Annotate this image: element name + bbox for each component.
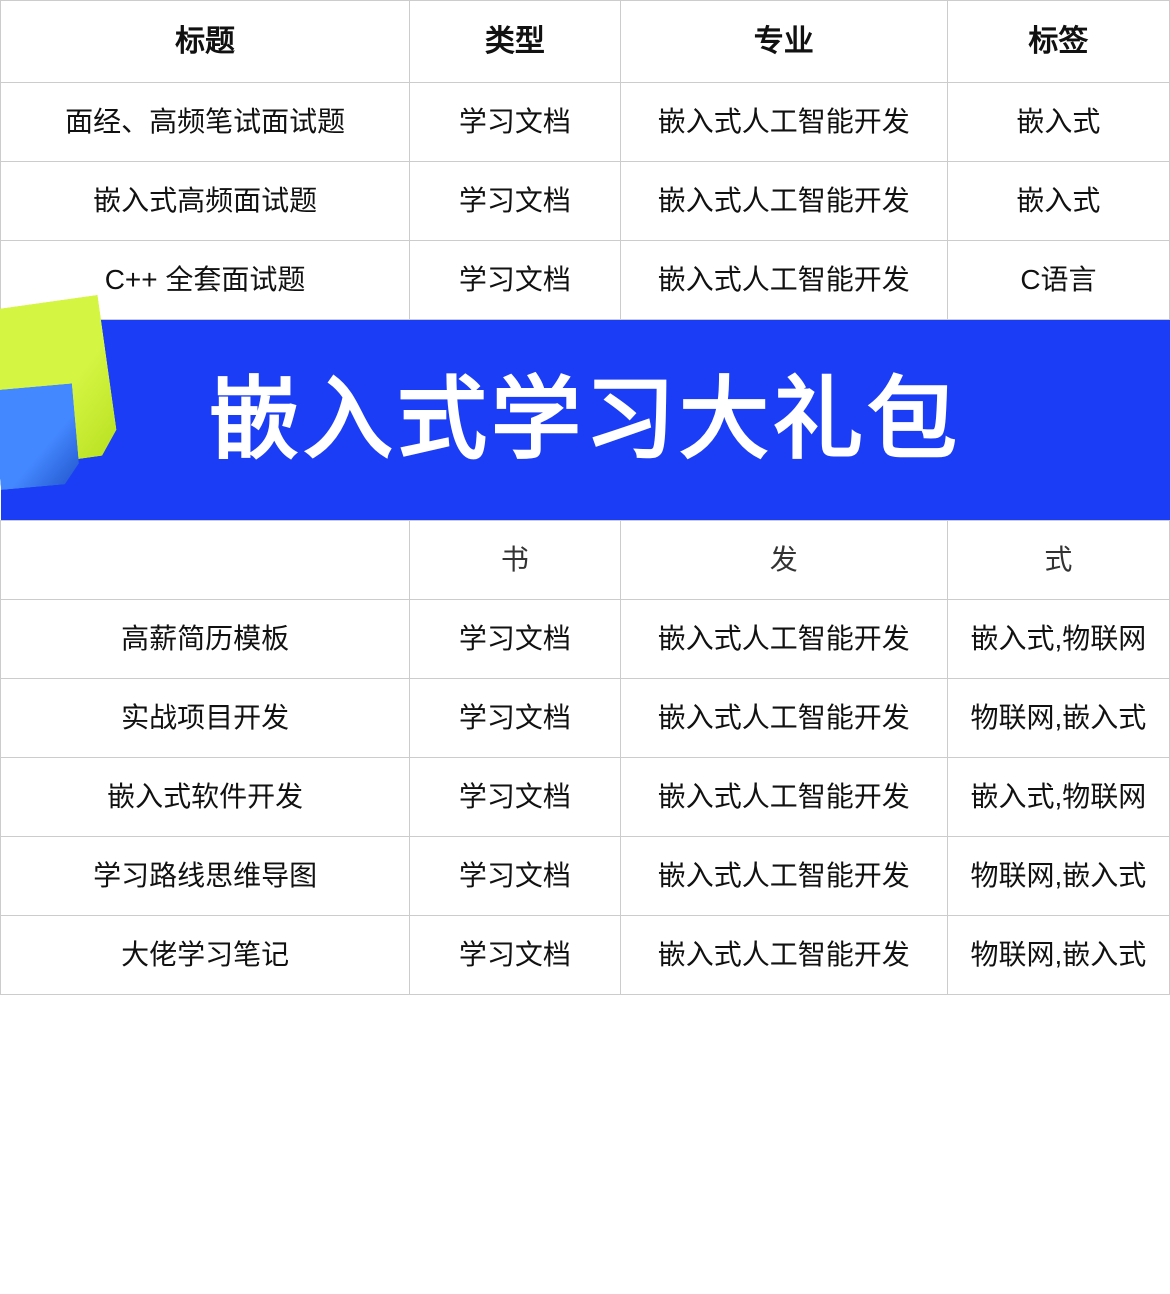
row2-tag: 嵌入式 [947, 162, 1169, 241]
partial-visible-row: 书 发 式 [1, 521, 1170, 600]
table-row: 学习路线思维导图 学习文档 嵌入式人工智能开发 物联网,嵌入式 [1, 837, 1170, 916]
table-row: 高薪简历模板 学习文档 嵌入式人工智能开发 嵌入式,物联网 [1, 600, 1170, 679]
table-row: C++ 全套面试题 学习文档 嵌入式人工智能开发 C语言 [1, 241, 1170, 320]
row-after3-major: 嵌入式人工智能开发 [620, 758, 947, 837]
row-after1-tag: 嵌入式,物联网 [947, 600, 1169, 679]
row-after4-tag: 物联网,嵌入式 [947, 837, 1169, 916]
row-after2-tag: 物联网,嵌入式 [947, 679, 1169, 758]
row2-major: 嵌入式人工智能开发 [620, 162, 947, 241]
table-row: 面经、高频笔试面试题 学习文档 嵌入式人工智能开发 嵌入式 [1, 83, 1170, 162]
row-after1-type: 学习文档 [410, 600, 620, 679]
row2-title: 嵌入式高频面试题 [1, 162, 410, 241]
row-after3-tag: 嵌入式,物联网 [947, 758, 1169, 837]
row-after4-major: 嵌入式人工智能开发 [620, 837, 947, 916]
row-after4-type: 学习文档 [410, 837, 620, 916]
partial-col2: 书 [410, 521, 620, 600]
partial-col4: 式 [947, 521, 1169, 600]
banner-row: 嵌入式学习大礼包 [1, 320, 1170, 521]
row-after3-title: 嵌入式软件开发 [1, 758, 410, 837]
table-row: 嵌入式高频面试题 学习文档 嵌入式人工智能开发 嵌入式 [1, 162, 1170, 241]
row1-major: 嵌入式人工智能开发 [620, 83, 947, 162]
row-after5-major: 嵌入式人工智能开发 [620, 916, 947, 995]
row1-title: 面经、高频笔试面试题 [1, 83, 410, 162]
sticky-note-blue [0, 383, 80, 490]
table-container: 标题 类型 专业 标签 面经、高频笔试面试题 学习文档 嵌入式人工智能开发 嵌入… [0, 0, 1170, 995]
row3-tag: C语言 [947, 241, 1169, 320]
row-after5-title: 大佬学习笔记 [1, 916, 410, 995]
col-header-tag: 标签 [947, 1, 1169, 83]
col-header-type: 类型 [410, 1, 620, 83]
row-after5-type: 学习文档 [410, 916, 620, 995]
banner-wrapper: 嵌入式学习大礼包 [1, 320, 1170, 520]
banner-text: 嵌入式学习大礼包 [209, 353, 961, 488]
row2-type: 学习文档 [410, 162, 620, 241]
row-after1-title: 高薪简历模板 [1, 600, 410, 679]
table-row: 实战项目开发 学习文档 嵌入式人工智能开发 物联网,嵌入式 [1, 679, 1170, 758]
row-after1-major: 嵌入式人工智能开发 [620, 600, 947, 679]
table-header-row: 标题 类型 专业 标签 [1, 1, 1170, 83]
main-table: 标题 类型 专业 标签 面经、高频笔试面试题 学习文档 嵌入式人工智能开发 嵌入… [0, 0, 1170, 995]
row-after5-tag: 物联网,嵌入式 [947, 916, 1169, 995]
table-row: 嵌入式软件开发 学习文档 嵌入式人工智能开发 嵌入式,物联网 [1, 758, 1170, 837]
row-after3-type: 学习文档 [410, 758, 620, 837]
row3-major: 嵌入式人工智能开发 [620, 241, 947, 320]
row1-tag: 嵌入式 [947, 83, 1169, 162]
col-header-title: 标题 [1, 1, 410, 83]
row-after4-title: 学习路线思维导图 [1, 837, 410, 916]
row-after2-type: 学习文档 [410, 679, 620, 758]
row-after2-title: 实战项目开发 [1, 679, 410, 758]
col-header-major: 专业 [620, 1, 947, 83]
row-after2-major: 嵌入式人工智能开发 [620, 679, 947, 758]
partial-col1 [1, 521, 410, 600]
table-row: 大佬学习笔记 学习文档 嵌入式人工智能开发 物联网,嵌入式 [1, 916, 1170, 995]
banner-background: 嵌入式学习大礼包 [1, 320, 1170, 520]
row1-type: 学习文档 [410, 83, 620, 162]
row3-type: 学习文档 [410, 241, 620, 320]
partial-col3: 发 [620, 521, 947, 600]
banner-cell: 嵌入式学习大礼包 [1, 320, 1170, 521]
